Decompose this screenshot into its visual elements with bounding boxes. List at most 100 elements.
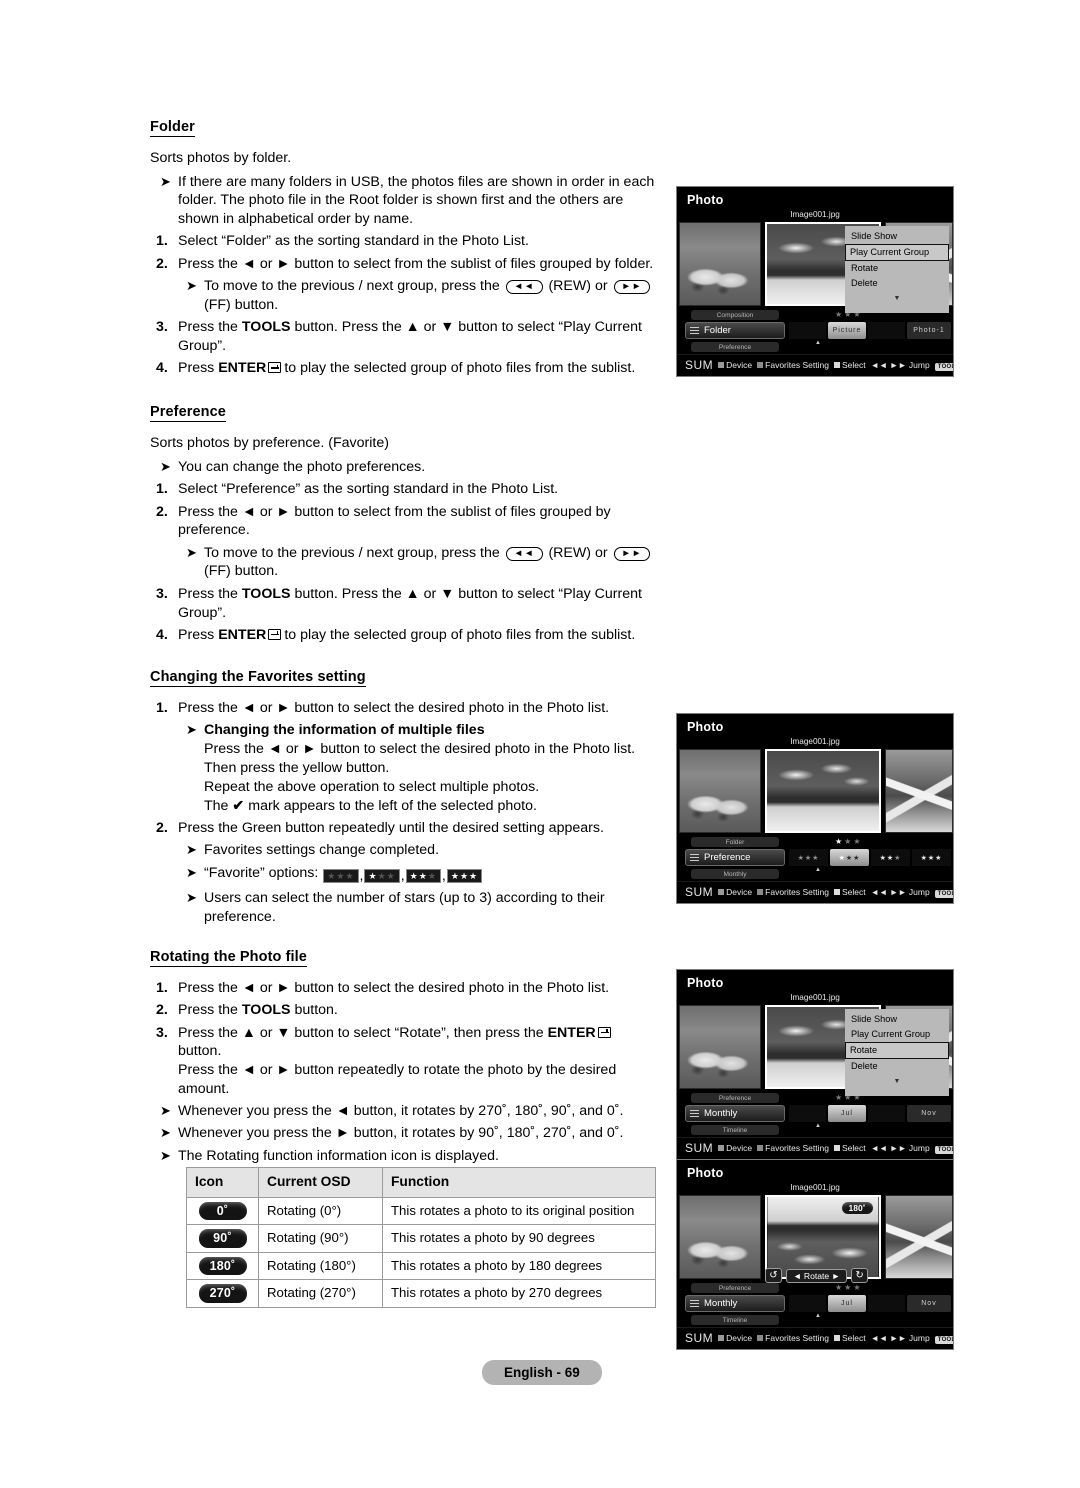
sublist-group-0-stars[interactable]: ★ ★ ★ [789, 849, 828, 866]
bullet-arrow-icon: ➤ [160, 1147, 171, 1163]
sublist-group-1-stars[interactable]: ★ ★ ★ [830, 849, 869, 866]
photo-thumbnail-strip [677, 749, 953, 833]
sublist-end-label[interactable]: Photo-1 [906, 322, 951, 339]
multifile-line-4-pre: The [204, 797, 229, 814]
status-device[interactable]: Device [718, 887, 752, 897]
sublist-spacer-left [789, 1105, 827, 1122]
menu-item-play-current-group[interactable]: Play Current Group [845, 1027, 949, 1042]
sort-current-selection[interactable]: Monthly [685, 1105, 785, 1122]
photo-thumbnail-sheep[interactable] [679, 749, 762, 833]
cell-current-osd: Rotating (180°) [258, 1251, 383, 1280]
status-device[interactable]: Device [718, 1143, 752, 1153]
rotate-control-bar[interactable]: ↺ ◄ Rotate ► ↻ [765, 1268, 869, 1283]
sublist-active-group[interactable]: Jul [828, 1105, 866, 1122]
rotating-note-3-text: The Rotating function information icon i… [178, 1147, 499, 1164]
sublist-end-label[interactable]: Nov [906, 1295, 951, 1312]
step-number: 3. [156, 319, 168, 336]
sort-option-above[interactable]: Preference [691, 1093, 779, 1103]
sort-option-above[interactable]: Composition [691, 310, 779, 320]
photo-thumbnail-mountain[interactable] [884, 1195, 953, 1279]
status-favorites-setting[interactable]: Favorites Setting [757, 887, 829, 897]
menu-item-rotate[interactable]: Rotate [845, 1042, 949, 1059]
photo-thumbnail-sheep[interactable] [679, 1195, 762, 1279]
tv-filename: Image001.jpg [790, 210, 840, 219]
sort-current-selection[interactable]: Preference [685, 849, 785, 866]
menu-item-play-current-group[interactable]: Play Current Group [845, 244, 949, 261]
folder-step-2-note: ➤ To move to the previous / next group, … [182, 277, 662, 315]
bullet-arrow-icon: ➤ [186, 544, 197, 560]
status-option[interactable]: TOOLS Option [934, 360, 953, 371]
step-number: 3. [156, 585, 168, 602]
status-favorites-setting[interactable]: Favorites Setting [757, 360, 829, 370]
status-select[interactable]: Select [833, 887, 866, 897]
multifile-line-3: Repeat the above operation to select mul… [204, 778, 540, 795]
sublist-bar[interactable]: Jul Nov [789, 1295, 951, 1312]
sublist-group-3-stars[interactable]: ★ ★ ★ [912, 849, 951, 866]
photo-thumbnail-selected-sea[interactable]: 180˚ [765, 1195, 881, 1279]
status-select[interactable]: Select [833, 1333, 866, 1343]
favorites-note-1: ➤ Favorites settings change completed. [182, 841, 662, 860]
sublist-active-group[interactable]: Picture [828, 322, 866, 339]
step-number: 4. [156, 360, 168, 377]
bullet-arrow-icon: ➤ [160, 1125, 171, 1141]
tv-screen-title: Photo [687, 1166, 724, 1180]
sublist-group-2-stars[interactable]: ★ ★ ★ [871, 849, 910, 866]
status-device[interactable]: Device [718, 1333, 752, 1343]
status-option[interactable]: TOOLS Option [934, 887, 953, 898]
sort-option-below[interactable]: Preference [691, 342, 779, 352]
status-jump[interactable]: ◄◄ ►► Jump [871, 1143, 930, 1153]
menu-item-slide-show[interactable]: Slide Show [845, 229, 949, 244]
status-favorites-setting[interactable]: Favorites Setting [757, 1143, 829, 1153]
sublist-end-label[interactable]: Nov [906, 1105, 951, 1122]
rotate-ccw-icon[interactable]: ↺ [765, 1268, 782, 1283]
rew-key-icon: ◄◄ [505, 546, 543, 561]
table-header-row: Icon Current OSD Function [186, 1167, 656, 1198]
rotate-cw-icon[interactable]: ↻ [851, 1268, 869, 1283]
status-favorites-setting[interactable]: Favorites Setting [757, 1333, 829, 1343]
status-jump[interactable]: ◄◄ ►► Jump [871, 1333, 930, 1343]
status-select[interactable]: Select [833, 360, 866, 370]
tv-screenshot-monthly-rotate-menu: Photo Image001.jpg Slide Show Play Current … [676, 969, 954, 1160]
sort-option-above[interactable]: Folder [691, 837, 779, 847]
rotate-label[interactable]: ◄ Rotate ► [786, 1268, 848, 1283]
sort-current-selection[interactable]: Monthly [685, 1295, 785, 1312]
menu-item-rotate[interactable]: Rotate [845, 261, 949, 276]
cell-icon: 0˚ [186, 1196, 259, 1225]
photo-thumbnail-sheep[interactable] [679, 1005, 762, 1089]
folder-note-text: If there are many folders in USB, the ph… [178, 173, 655, 228]
status-option[interactable]: TOOLS Option [934, 1333, 953, 1344]
status-jump[interactable]: ◄◄ ►► Jump [871, 887, 930, 897]
sublist-bar[interactable]: Picture Photo-1 [789, 322, 951, 339]
menu-item-delete[interactable]: Delete [845, 276, 949, 291]
photo-thumbnail-sheep[interactable] [679, 222, 762, 306]
status-select[interactable]: Select [833, 1143, 866, 1153]
sort-option-above[interactable]: Preference [691, 1283, 779, 1293]
rew-note-pre: To move to the previous / next group, pr… [204, 544, 500, 561]
step3-line-2: Press the ◄ or ► button repeatedly to ro… [178, 1062, 617, 1097]
menu-item-delete[interactable]: Delete [845, 1059, 949, 1074]
sort-option-below[interactable]: Timeline [691, 1125, 779, 1135]
tools-popup-menu[interactable]: Slide Show Play Current Group Rotate Delete… [845, 1009, 949, 1096]
photo-thumbnail-mountain[interactable] [884, 749, 953, 833]
sort-option-below[interactable]: Timeline [691, 1315, 779, 1325]
status-device[interactable]: Device [718, 360, 752, 370]
photo-thumbnail-selected-sea[interactable] [765, 749, 881, 833]
cell-function: This rotates a photo by 90 degrees [382, 1224, 656, 1253]
sublist-bar[interactable]: Jul Nov [789, 1105, 951, 1122]
step3-pre: Press the [178, 585, 238, 602]
status-jump[interactable]: ◄◄ ►► Jump [871, 360, 930, 370]
tools-popup-menu[interactable]: Slide Show Play Current Group Rotate Delete… [845, 226, 949, 313]
sort-option-below[interactable]: Monthly [691, 869, 779, 879]
folder-note: ➤ If there are many folders in USB, the … [150, 173, 662, 229]
folder-step-4: 4. Press ENTER to play the selected group… [150, 359, 662, 378]
content-column: Folder Sorts photos by folder. ➤ If ther… [150, 118, 662, 1169]
sublist-bar[interactable]: ★ ★ ★ ★ ★ ★ ★ ★ ★ ★ ★ ★ [789, 849, 951, 866]
sublist-active-group[interactable]: Jul [828, 1295, 866, 1312]
sort-current-selection[interactable]: Folder [685, 322, 785, 339]
menu-item-slide-show[interactable]: Slide Show [845, 1012, 949, 1027]
cell-function: This rotates a photo to its original pos… [382, 1196, 656, 1225]
multifile-heading: Changing the information of multiple fil… [204, 722, 485, 739]
status-option[interactable]: TOOLS Option [934, 1143, 953, 1154]
rew-ff-note: To move to the previous / next group, pr… [204, 544, 662, 582]
sort-selector-zone: ★★★ Folder Preference Monthly ★ ★ ★ ★ ★ ★ ★ ★ ★ ★ ★ ★ ▲ [677, 837, 953, 881]
